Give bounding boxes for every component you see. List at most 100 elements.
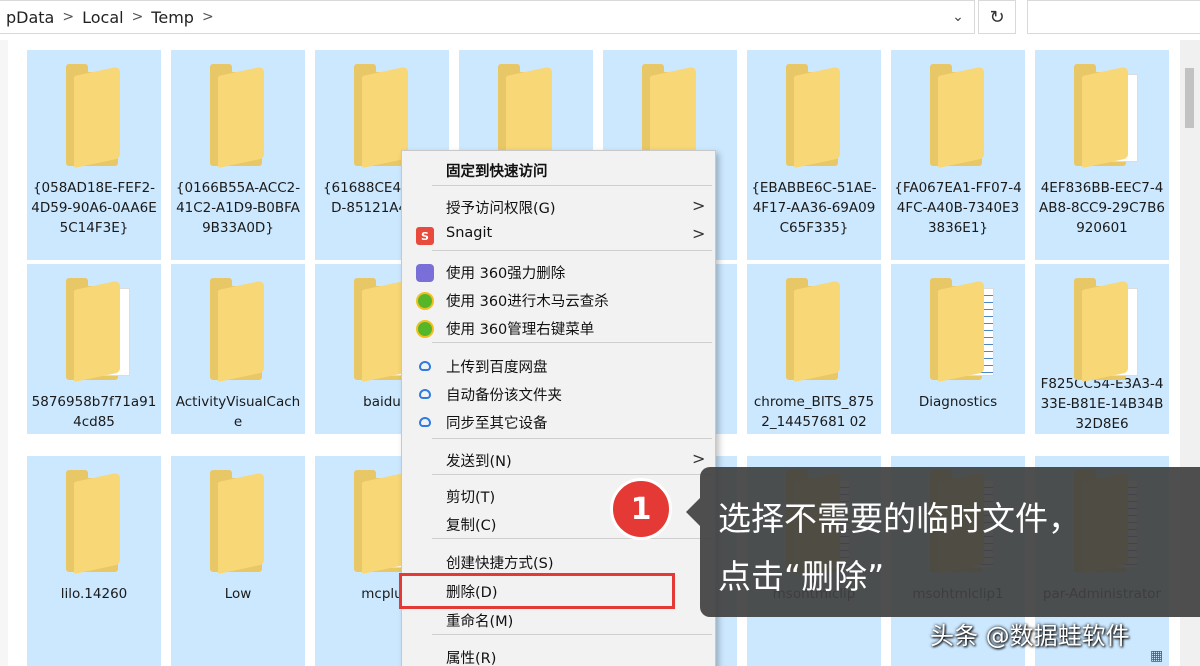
folder-label: Low — [224, 586, 252, 602]
breadcrumb-separator: > — [131, 9, 144, 25]
menu-item-360-force-delete[interactable]: 使用 360强力删除 — [402, 258, 715, 286]
folder-label: {0166B55A-ACC2-41C2-A1D9-B0BFA9B33A0D} — [175, 180, 301, 236]
folder-label: {FA067EA1-FF07-44FC-A40B-7340E33836E1} — [894, 180, 1022, 236]
menu-item-360-manage-menu[interactable]: 使用 360管理右键菜单 — [402, 314, 715, 342]
view-toggle-icon[interactable]: ▦ — [1150, 648, 1180, 666]
snagit-icon: S — [416, 227, 434, 245]
chevron-right-icon: > — [692, 449, 706, 468]
menu-item-label: 发送到(N) — [446, 454, 512, 470]
breadcrumb-separator: > — [62, 9, 75, 25]
menu-separator — [432, 634, 712, 635]
menu-item-label: Snagit — [446, 225, 493, 241]
menu-item-label: 使用 360进行木马云查杀 — [446, 294, 609, 310]
baidu-cloud-icon — [419, 417, 431, 427]
folder-label: 4EF836BB-EEC7-4AB8-8CC9-29C7B6920601 — [1039, 180, 1165, 236]
folder-icon — [908, 272, 1008, 390]
menu-item-label: 固定到快速访问 — [446, 164, 548, 180]
menu-item-label: 创建快捷方式(S) — [446, 556, 554, 572]
folder-item[interactable]: lilo.14260 — [27, 456, 161, 666]
folder-label: chrome_BITS_8752_14457681 02 — [753, 394, 875, 430]
360-delete-icon — [416, 264, 434, 282]
menu-item-360-trojan-scan[interactable]: 使用 360进行木马云查杀 — [402, 286, 715, 314]
folder-item[interactable]: {058AD18E-FEF2-4D59-90A6-0AA6E5C14F3E} — [27, 50, 161, 260]
explorer-window: pData > Local > Temp > ⌄ ↻ {058AD18E-FEF… — [0, 0, 1200, 666]
folder-icon — [44, 272, 144, 390]
breadcrumb-separator: > — [201, 9, 214, 25]
chevron-down-icon[interactable]: ⌄ — [945, 6, 971, 28]
menu-item-label: 重命名(M) — [446, 614, 514, 630]
menu-item-create-shortcut[interactable]: 创建快捷方式(S) — [402, 548, 715, 576]
menu-item-grant-access[interactable]: 授予访问权限(G) > — [402, 193, 715, 221]
folder-item[interactable]: {EBABBE6C-51AE-4F17-AA36-69A09C65F335} — [747, 50, 881, 260]
watermark: 头条 @数据蛙软件 — [930, 622, 1130, 650]
folder-item[interactable]: chrome_BITS_8752_14457681 02 — [747, 264, 881, 434]
folder-item[interactable]: Diagnostics — [891, 264, 1025, 434]
folder-icon — [908, 58, 1008, 176]
folder-label: ActivityVisualCache — [175, 394, 301, 430]
menu-item-label: 属性(R) — [446, 651, 497, 666]
menu-separator — [432, 185, 712, 186]
menu-item-label: 使用 360管理右键菜单 — [446, 322, 595, 338]
baidu-cloud-icon — [419, 361, 431, 371]
folder-label: F825CC54-E3A3-433E-B81E-14B34B32D8E6 — [1040, 376, 1164, 432]
menu-separator — [432, 250, 712, 251]
step-badge: 1 — [610, 478, 672, 540]
navigation-pane-edge — [0, 40, 8, 666]
menu-item-upload-baidu[interactable]: 上传到百度网盘 — [402, 352, 715, 380]
folder-icon — [44, 464, 144, 582]
folder-item[interactable]: Low — [171, 456, 305, 666]
callout-text-line2: 点击“删除” — [718, 557, 885, 596]
menu-item-label: 剪切(T) — [446, 490, 496, 506]
menu-item-label: 同步至其它设备 — [446, 416, 548, 432]
address-bar: pData > Local > Temp > ⌄ ↻ — [0, 0, 1200, 40]
menu-item-pin-quick-access[interactable]: 固定到快速访问 — [402, 156, 715, 184]
address-breadcrumb[interactable]: pData > Local > Temp > — [0, 0, 975, 34]
folder-icon — [188, 272, 288, 390]
folder-icon — [1052, 58, 1152, 176]
refresh-icon[interactable]: ↻ — [978, 0, 1016, 34]
folder-item[interactable]: ActivityVisualCache — [171, 264, 305, 434]
menu-item-label: 自动备份该文件夹 — [446, 388, 562, 404]
menu-item-label: 上传到百度网盘 — [446, 360, 548, 376]
breadcrumb-temp[interactable]: Temp — [145, 8, 200, 27]
folder-icon — [764, 272, 864, 390]
delete-highlight-box — [399, 573, 675, 609]
folder-label: lilo.14260 — [60, 586, 128, 602]
chevron-right-icon: > — [692, 196, 706, 215]
chevron-right-icon: > — [692, 224, 706, 243]
folder-item[interactable]: 5876958b7f71a914cd85 — [27, 264, 161, 434]
folder-label: {058AD18E-FEF2-4D59-90A6-0AA6E5C14F3E} — [31, 180, 157, 236]
menu-item-snagit[interactable]: S Snagit > — [402, 221, 715, 249]
baidu-cloud-icon — [419, 389, 431, 399]
menu-separator — [432, 342, 712, 343]
folder-icon — [188, 58, 288, 176]
menu-item-sync-devices[interactable]: 同步至其它设备 — [402, 408, 715, 436]
folder-item[interactable]: {FA067EA1-FF07-44FC-A40B-7340E33836E1} — [891, 50, 1025, 260]
menu-item-auto-backup[interactable]: 自动备份该文件夹 — [402, 380, 715, 408]
scrollbar-thumb[interactable] — [1185, 68, 1194, 128]
menu-separator — [432, 474, 712, 475]
folder-label: 5876958b7f71a914cd85 — [31, 394, 157, 430]
callout-pointer — [686, 498, 700, 526]
menu-item-properties[interactable]: 属性(R) — [402, 643, 715, 666]
breadcrumb-appdata[interactable]: pData — [0, 8, 60, 27]
folder-icon — [1052, 272, 1152, 382]
search-input[interactable] — [1027, 0, 1200, 34]
folder-item[interactable]: F825CC54-E3A3-433E-B81E-14B34B32D8E6 — [1035, 264, 1169, 434]
folder-label: {EBABBE6C-51AE-4F17-AA36-69A09C65F335} — [751, 180, 877, 236]
menu-separator — [432, 438, 712, 439]
folder-icon — [188, 464, 288, 582]
folder-item[interactable]: 4EF836BB-EEC7-4AB8-8CC9-29C7B6920601 — [1035, 50, 1169, 260]
folder-item[interactable]: {0166B55A-ACC2-41C2-A1D9-B0BFA9B33A0D} — [171, 50, 305, 260]
breadcrumb-local[interactable]: Local — [76, 8, 129, 27]
360-scan-icon — [416, 292, 434, 310]
callout-text-line1: 选择不需要的临时文件， — [718, 499, 1081, 538]
folder-icon — [764, 58, 864, 176]
360-menu-icon — [416, 320, 434, 338]
folder-label: Diagnostics — [918, 394, 998, 410]
menu-item-send-to[interactable]: 发送到(N) > — [402, 446, 715, 474]
menu-item-label: 授予访问权限(G) — [446, 201, 556, 217]
menu-item-rename[interactable]: 重命名(M) — [402, 606, 715, 634]
folder-icon — [44, 58, 144, 176]
menu-separator — [432, 538, 712, 539]
